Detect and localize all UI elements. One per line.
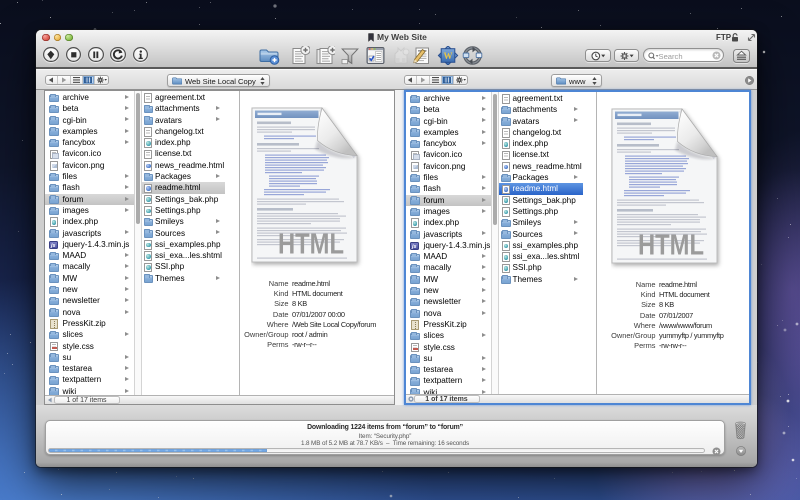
svg-text:HTML: HTML	[638, 229, 704, 261]
svg-text:HTML: HTML	[278, 228, 344, 260]
svg-text:W: W	[444, 50, 453, 60]
